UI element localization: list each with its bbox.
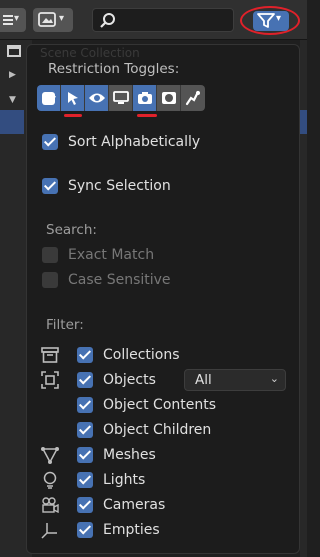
exact-match-checkbox[interactable] <box>42 247 58 263</box>
meshes-checkbox[interactable] <box>77 447 93 463</box>
object-children-checkbox[interactable] <box>77 422 93 438</box>
lights-checkbox[interactable] <box>77 472 93 488</box>
filter-cameras-option[interactable]: Cameras <box>77 495 165 515</box>
toggle-holdout[interactable] <box>157 85 181 111</box>
object-contents-label: Object Contents <box>103 397 217 413</box>
empty-axes-icon <box>40 520 60 540</box>
sync-selection-label: Sync Selection <box>68 178 171 194</box>
sync-selection-checkbox[interactable] <box>42 178 58 194</box>
camera-object-icon <box>40 495 60 515</box>
sync-selection-option[interactable]: Sync Selection <box>42 176 171 196</box>
outliner-header: ▾ ▾ ▾ <box>0 0 307 40</box>
indirect-only-icon <box>185 90 200 106</box>
object-bounds-icon <box>40 370 60 390</box>
search-input[interactable] <box>92 8 234 32</box>
search-icon <box>100 13 115 28</box>
chevron-down-icon: ▾ <box>14 13 20 24</box>
camera-icon <box>137 92 152 104</box>
empties-label: Empties <box>103 522 160 538</box>
object-children-label: Object Children <box>103 422 212 438</box>
display-mode-button[interactable]: ▾ <box>33 8 73 32</box>
sort-alphabetically-label: Sort Alphabetically <box>68 134 201 150</box>
object-filter-value: All <box>195 372 212 388</box>
collapse-arrow-icon[interactable]: ▼ <box>9 95 16 105</box>
light-bulb-icon <box>40 470 60 490</box>
menu-icon <box>3 15 13 17</box>
empties-checkbox[interactable] <box>77 522 93 538</box>
monitor-icon <box>112 91 129 104</box>
chevron-down-icon: ▾ <box>276 13 282 24</box>
sort-alphabetically-option[interactable]: Sort Alphabetically <box>42 132 200 152</box>
display-mode-icon <box>38 12 56 27</box>
filter-popover <box>26 44 300 554</box>
scene-collection-icon <box>7 45 21 57</box>
toggle-indirect-only[interactable] <box>181 85 205 111</box>
ghost-outliner-text: Scene Collection <box>40 46 140 60</box>
collections-checkbox[interactable] <box>77 347 93 363</box>
filter-objects-option[interactable]: Objects <box>77 370 156 390</box>
filter-button[interactable]: ▾ <box>253 11 289 31</box>
search-section-label: Search: <box>46 222 97 238</box>
filter-object-children-option[interactable]: Object Children <box>77 420 211 440</box>
case-sensitive-checkbox[interactable] <box>42 272 58 288</box>
toggle-enable-checkbox[interactable] <box>37 85 61 111</box>
mesh-icon <box>40 445 60 465</box>
editor-type-button[interactable]: ▾ <box>0 8 26 32</box>
toggle-hide-viewport[interactable] <box>85 85 109 111</box>
toggle-disable-viewport[interactable] <box>109 85 133 111</box>
objects-label: Objects <box>103 372 156 388</box>
case-sensitive-label: Case Sensitive <box>68 272 171 288</box>
filter-button-highlight: ▾ <box>240 6 300 35</box>
holdout-icon <box>161 92 176 104</box>
collections-label: Collections <box>103 347 180 363</box>
expand-arrow-icon[interactable]: ▶ <box>9 70 16 80</box>
case-sensitive-option[interactable]: Case Sensitive <box>42 270 171 290</box>
filter-lights-option[interactable]: Lights <box>77 470 145 490</box>
filter-object-contents-option[interactable]: Object Contents <box>77 395 216 415</box>
chevron-down-icon: ▾ <box>59 13 65 24</box>
restriction-toggles-label: Restriction Toggles: <box>48 61 180 77</box>
annotation-underline <box>64 114 82 117</box>
eye-icon <box>88 93 105 103</box>
selected-row-highlight <box>300 110 307 134</box>
object-contents-checkbox[interactable] <box>77 397 93 413</box>
selected-row-highlight <box>0 110 24 134</box>
checkbox-icon <box>42 91 55 105</box>
cameras-checkbox[interactable] <box>77 497 93 513</box>
filter-empties-option[interactable]: Empties <box>77 520 160 540</box>
filter-funnel-icon <box>257 13 275 28</box>
select-cursor-icon <box>67 92 78 105</box>
filter-collections-option[interactable]: Collections <box>77 345 180 365</box>
sort-alphabetically-checkbox[interactable] <box>42 134 58 150</box>
exact-match-label: Exact Match <box>68 247 155 263</box>
cameras-label: Cameras <box>103 497 166 513</box>
exact-match-option[interactable]: Exact Match <box>42 245 154 265</box>
toggle-selectable[interactable] <box>61 85 85 111</box>
restriction-toggles-group <box>37 85 205 111</box>
annotation-underline <box>137 114 157 117</box>
object-filter-dropdown[interactable]: All ⌄ <box>184 369 286 391</box>
toggle-disable-render[interactable] <box>133 85 157 111</box>
filter-section-label: Filter: <box>46 317 84 333</box>
collection-box-icon <box>40 345 60 365</box>
meshes-label: Meshes <box>103 447 156 463</box>
objects-checkbox[interactable] <box>77 372 93 388</box>
filter-meshes-option[interactable]: Meshes <box>77 445 156 465</box>
lights-label: Lights <box>103 472 146 488</box>
chevron-down-icon: ⌄ <box>269 372 279 385</box>
